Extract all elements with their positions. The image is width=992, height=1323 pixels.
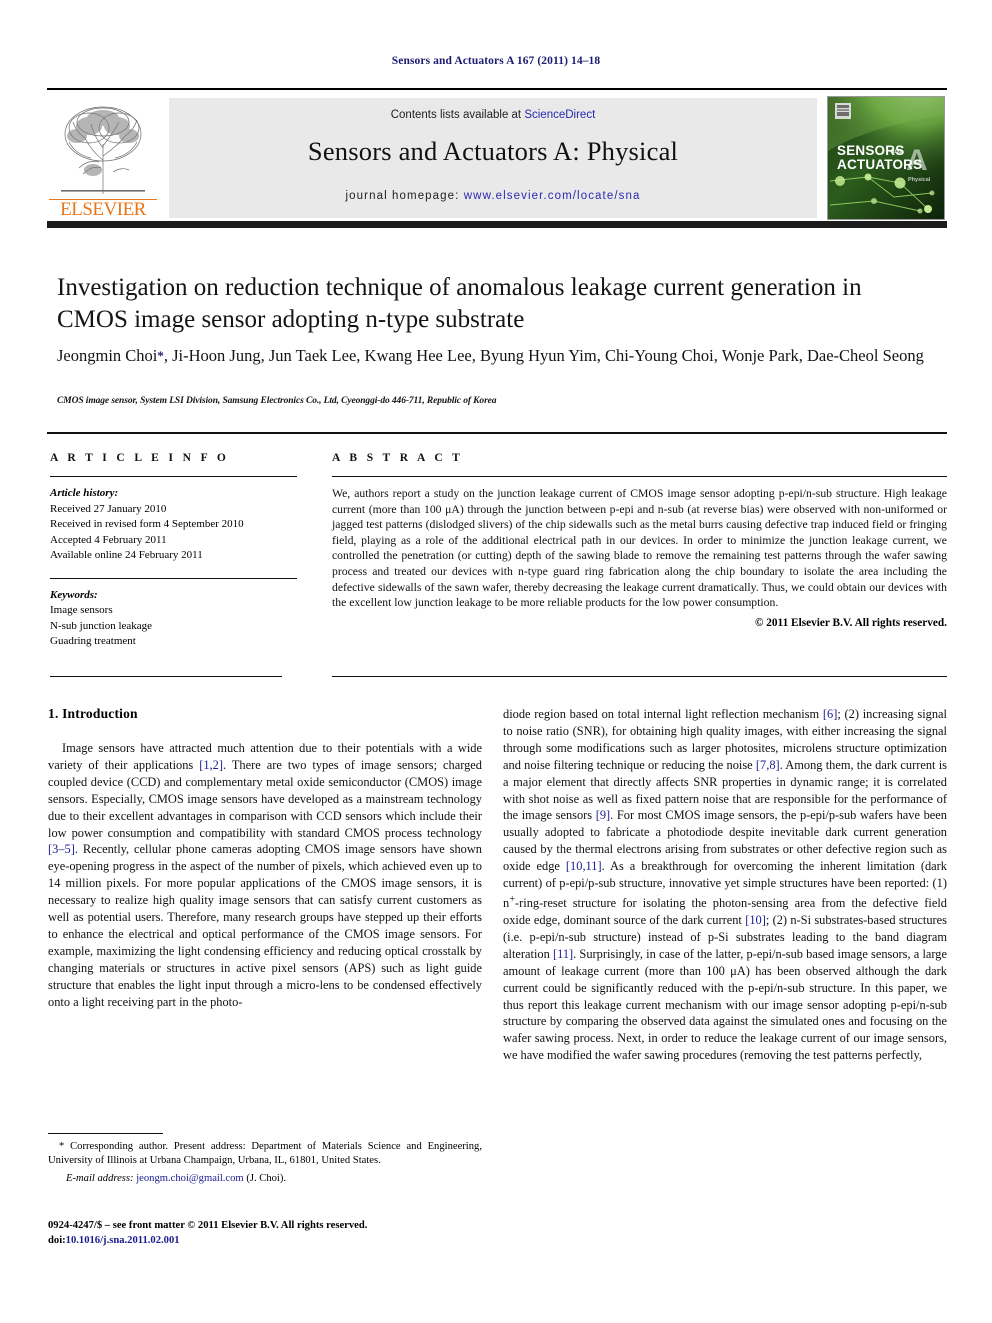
journal-cover-thumbnail: SENSORS ACTUATORS and A Physical bbox=[827, 96, 945, 220]
citation-ref[interactable]: [10,11] bbox=[566, 859, 602, 873]
body-column-left: 1. Introduction Image sensors have attra… bbox=[48, 706, 482, 1011]
imprint-block: 0924-4247/$ – see front matter © 2011 El… bbox=[48, 1219, 482, 1248]
homepage-prefix: journal homepage: bbox=[345, 190, 460, 202]
affiliation: CMOS image sensor, System LSI Division, … bbox=[57, 396, 497, 406]
footnote-separator bbox=[48, 1133, 163, 1134]
keywords-rule bbox=[50, 577, 297, 579]
corresponding-author-note: * Corresponding author. Present address:… bbox=[48, 1141, 482, 1167]
svg-text:A: A bbox=[906, 144, 928, 177]
intro-paragraph-left: Image sensors have attracted much attent… bbox=[48, 740, 482, 1011]
contents-available-line: Contents lists available at ScienceDirec… bbox=[169, 109, 817, 121]
citation-ref[interactable]: [11] bbox=[553, 947, 573, 961]
email-link[interactable]: jeongm.choi@gmail.com bbox=[136, 1173, 243, 1184]
keyword-item: Image sensors bbox=[50, 604, 113, 616]
keyword-item: Guadring treatment bbox=[50, 635, 136, 647]
doi-prefix: doi: bbox=[48, 1234, 66, 1246]
intro-paragraph-right: diode region based on total internal lig… bbox=[503, 706, 947, 1064]
intro-text-a: diode region based on total internal lig… bbox=[503, 707, 823, 721]
elsevier-logo: ELSEVIER bbox=[49, 98, 157, 220]
contents-prefix: Contents lists available at bbox=[390, 109, 525, 121]
band-bottom-rule-left bbox=[50, 676, 282, 677]
svg-text:and: and bbox=[891, 149, 902, 155]
page-title: Investigation on reduction technique of … bbox=[57, 274, 862, 333]
svg-text:Physical: Physical bbox=[908, 177, 931, 183]
article-history-item: Received 27 January 2010 bbox=[50, 502, 167, 515]
author-first: Jeongmin Choi bbox=[57, 346, 158, 365]
article-info-label: A R T I C L E I N F O bbox=[50, 452, 230, 464]
citation-ref[interactable]: [3–5] bbox=[48, 842, 75, 856]
journal-masthead: ELSEVIER Contents lists available at Sci… bbox=[47, 88, 947, 220]
running-head: Sensors and Actuators A 167 (2011) 14–18 bbox=[391, 55, 601, 67]
masthead-grey-band: Contents lists available at ScienceDirec… bbox=[169, 98, 817, 218]
intro-text-c: . Recently, cellular phone cameras adopt… bbox=[48, 842, 482, 1009]
doi-line: doi:10.1016/j.sna.2011.02.001 bbox=[48, 1234, 482, 1249]
abstract-copyright: © 2011 Elsevier B.V. All rights reserved… bbox=[754, 616, 947, 629]
footnote-block: * Corresponding author. Present address:… bbox=[48, 1140, 482, 1186]
body-column-right: diode region based on total internal lig… bbox=[503, 706, 947, 1064]
elsevier-tree-icon bbox=[61, 106, 145, 194]
article-history-item: Accepted 4 February 2011 bbox=[50, 533, 167, 546]
abstract-label: A B S T R A C T bbox=[332, 452, 464, 464]
author-list: Jeongmin Choi*, Ji-Hoon Jung, Jun Taek L… bbox=[57, 344, 937, 369]
authors-rest: , Ji-Hoon Jung, Jun Taek Lee, Kwang Hee … bbox=[163, 346, 924, 365]
article-history-item: Received in revised form 4 September 201… bbox=[50, 518, 244, 530]
article-history-item: Available online 24 February 2011 bbox=[50, 549, 203, 561]
header-thick-rule bbox=[47, 221, 947, 228]
elsevier-wordmark: ELSEVIER bbox=[49, 199, 157, 220]
article-info-column: A R T I C L E I N F O Article history: R… bbox=[50, 452, 297, 650]
article-info-rule bbox=[50, 476, 297, 477]
keyword-item: N-sub junction leakage bbox=[50, 619, 153, 632]
abstract-rule bbox=[332, 476, 947, 477]
doi-link[interactable]: 10.1016/j.sna.2011.02.001 bbox=[66, 1235, 180, 1246]
band-bottom-rule-right bbox=[332, 676, 947, 677]
citation-ref[interactable]: [1,2] bbox=[199, 758, 223, 772]
email-suffix: (J. Choi). bbox=[246, 1172, 287, 1184]
corresponding-author-marker[interactable]: * bbox=[157, 348, 164, 363]
citation-ref[interactable]: [7,8] bbox=[756, 758, 780, 772]
abstract-text: We, authors report a study on the juncti… bbox=[332, 487, 947, 610]
citation-ref[interactable]: [6] bbox=[823, 707, 837, 721]
sciencedirect-link[interactable]: ScienceDirect bbox=[524, 109, 595, 121]
citation-ref[interactable]: [9] bbox=[596, 808, 610, 822]
band-top-rule bbox=[47, 432, 947, 434]
section-heading-introduction: 1. Introduction bbox=[48, 706, 138, 721]
issn-line: 0924-4247/$ – see front matter © 2011 El… bbox=[48, 1220, 368, 1231]
citation-ref[interactable]: [10] bbox=[745, 913, 766, 927]
intro-text-h: . Surprisingly, in case of the latter, p… bbox=[503, 946, 947, 1063]
abstract-column: A B S T R A C T We, authors report a stu… bbox=[332, 452, 947, 629]
journal-title: Sensors and Actuators A: Physical bbox=[307, 136, 679, 166]
email-label: E-mail address: bbox=[66, 1172, 134, 1184]
homepage-url-link[interactable]: www.elsevier.com/locate/sna bbox=[464, 190, 641, 202]
email-note: E-mail address: jeongm.choi@gmail.com (J… bbox=[48, 1172, 482, 1186]
paper-page: Sensors and Actuators A 167 (2011) 14–18 bbox=[0, 0, 992, 1323]
journal-homepage-line: journal homepage: www.elsevier.com/locat… bbox=[169, 190, 817, 202]
keywords-label: Keywords: bbox=[50, 588, 98, 601]
article-history-label: Article history: bbox=[50, 487, 119, 499]
